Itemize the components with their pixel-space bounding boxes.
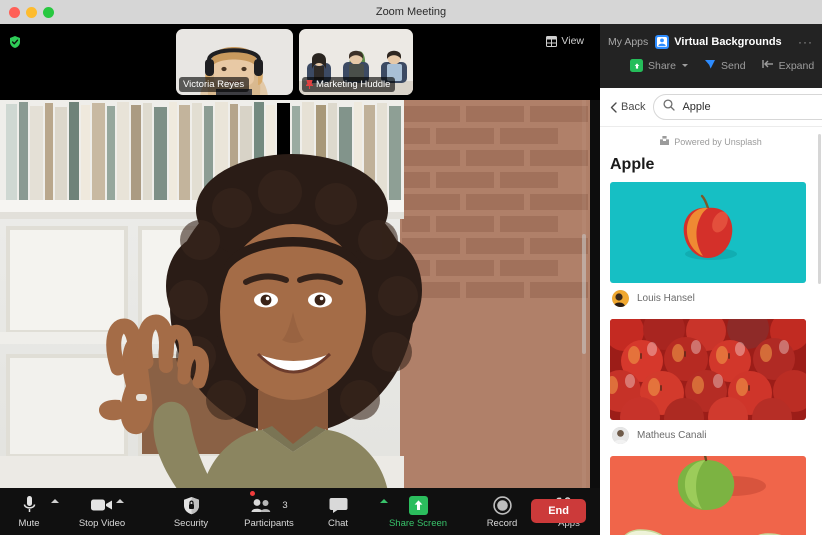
photographer-name: Matheus Canali [637,430,707,441]
participants-alert-dot [250,491,255,496]
my-apps-link[interactable]: My Apps [608,36,648,48]
avatar [612,427,629,444]
window-title: Zoom Meeting [375,6,447,18]
send-app-button[interactable]: Send [704,58,746,73]
chat-button-label: Chat [327,517,349,529]
search-box[interactable] [653,94,822,120]
chat-button[interactable]: Chat [314,488,362,535]
app-more-menu-button[interactable]: ··· [798,36,813,48]
unsplash-icon [660,136,670,147]
video-camera-icon [91,495,113,516]
back-button[interactable]: Back [610,101,645,113]
powered-by-unsplash: Powered by Unsplash [600,127,822,154]
virtual-backgrounds-icon [655,35,670,49]
app-action-row: Share Send Expand [600,49,822,73]
thumbnail-marketing-huddle[interactable]: Marketing Huddle [299,29,413,95]
share-app-label: Share [648,59,677,72]
background-thumbnail[interactable] [610,456,806,535]
back-button-label: Back [621,101,646,113]
shield-check-icon [8,35,22,49]
record-button[interactable]: Record [474,488,530,535]
participants-button[interactable]: 3 Participants [232,488,306,535]
pin-icon [304,79,315,89]
chat-bubble-icon [329,495,348,516]
end-meeting-button[interactable]: End [531,499,586,523]
panel-scrollbar-thumb[interactable] [818,134,821,284]
chevron-down-icon [682,64,689,67]
participants-icon: 3 [250,495,288,516]
result-card: Matheus Canali [600,319,822,454]
shield-icon [183,495,200,516]
search-input[interactable] [682,101,822,113]
participants-button-label: Participants [244,517,294,529]
result-card [600,456,822,535]
search-row: Back [600,88,822,127]
share-icon [630,59,643,72]
record-button-label: Record [486,517,518,529]
zoom-meeting-window: Zoom Meeting Victoria Reyes Marketing Hu… [0,0,822,535]
apps-panel: My Apps Virtual Backgrounds ··· Share Se… [600,24,822,535]
video-options-caret[interactable] [116,499,124,503]
apps-panel-header: My Apps Virtual Backgrounds ··· Share Se… [600,24,822,88]
photo-credit[interactable]: Louis Hansel [610,283,810,317]
chevron-left-icon [610,101,617,113]
window-titlebar: Zoom Meeting [0,0,822,24]
photo-credit[interactable]: Matheus Canali [610,420,810,454]
search-icon [663,98,676,116]
participants-count: 3 [282,499,288,511]
share-screen-button-label: Share Screen [388,517,448,529]
view-button-label: View [561,35,584,47]
app-title: Virtual Backgrounds [674,36,782,48]
expand-app-button[interactable]: Expand [761,59,815,72]
photographer-name: Louis Hansel [637,293,695,304]
share-screen-options-caret[interactable] [380,499,388,503]
results-title: Apple [610,156,655,173]
grid-view-icon [546,35,558,47]
thumbnail-strip: Victoria Reyes Marketing Huddle View [0,24,600,100]
powered-by-label: Powered by Unsplash [674,136,762,147]
video-scrollbar-thumb[interactable] [582,234,586,354]
microphone-icon [22,495,37,516]
active-speaker-video[interactable] [0,100,590,512]
view-button[interactable]: View [540,32,590,50]
meeting-stage: Victoria Reyes Marketing Huddle View Mut… [0,24,600,535]
thumbnail-victoria-reyes[interactable]: Victoria Reyes [176,29,293,95]
expand-icon [761,59,774,72]
app-title-chip: Virtual Backgrounds [655,35,782,49]
share-screen-icon [408,495,428,516]
thumbnail-name-label: Marketing Huddle [302,77,396,92]
mute-options-caret[interactable] [51,499,59,503]
share-app-button[interactable]: Share [630,59,689,72]
search-results-list[interactable]: Powered by Unsplash Apple Louis Hansel M… [600,127,822,535]
participant-thumbnails: Victoria Reyes Marketing Huddle [176,29,413,95]
avatar [612,290,629,307]
stop-video-button[interactable]: Stop Video [66,488,138,535]
mute-button[interactable]: Mute [0,488,58,535]
meeting-toolbar: Mute Stop Video Security 3 Participants … [0,488,600,535]
security-button-label: Security [173,517,209,529]
stop-video-button-label: Stop Video [78,517,126,529]
result-card: Louis Hansel [600,182,822,317]
send-plane-icon [704,58,716,73]
send-app-label: Send [721,59,746,72]
background-thumbnail[interactable] [610,319,806,420]
security-button[interactable]: Security [160,488,222,535]
background-thumbnail[interactable] [610,182,806,283]
mute-button-label: Mute [18,517,40,529]
thumbnail-name-label: Victoria Reyes [179,77,250,92]
expand-app-label: Expand [778,59,815,72]
video-scrollbar[interactable] [582,100,586,512]
record-icon [492,495,512,516]
share-screen-button[interactable]: Share Screen [376,488,460,535]
